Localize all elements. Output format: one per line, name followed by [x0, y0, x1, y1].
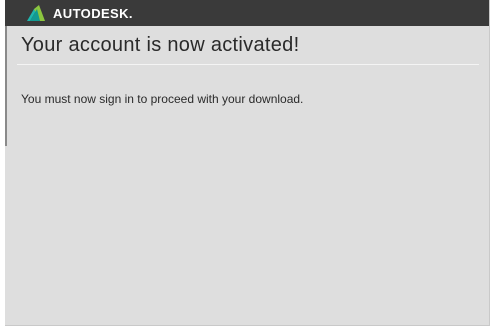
page-title: Your account is now activated!	[21, 34, 300, 56]
brand-name: AUTODESK.	[53, 5, 133, 21]
left-edge-shadow	[5, 26, 7, 146]
brand-header: AUTODESK.	[5, 0, 489, 26]
title-divider	[17, 64, 479, 65]
autodesk-logo-icon	[27, 5, 47, 21]
sign-in-message: You must now sign in to proceed with you…	[21, 92, 304, 106]
autodesk-logo: AUTODESK.	[27, 5, 133, 21]
activation-dialog: AUTODESK. Your account is now activated!…	[5, 0, 490, 326]
